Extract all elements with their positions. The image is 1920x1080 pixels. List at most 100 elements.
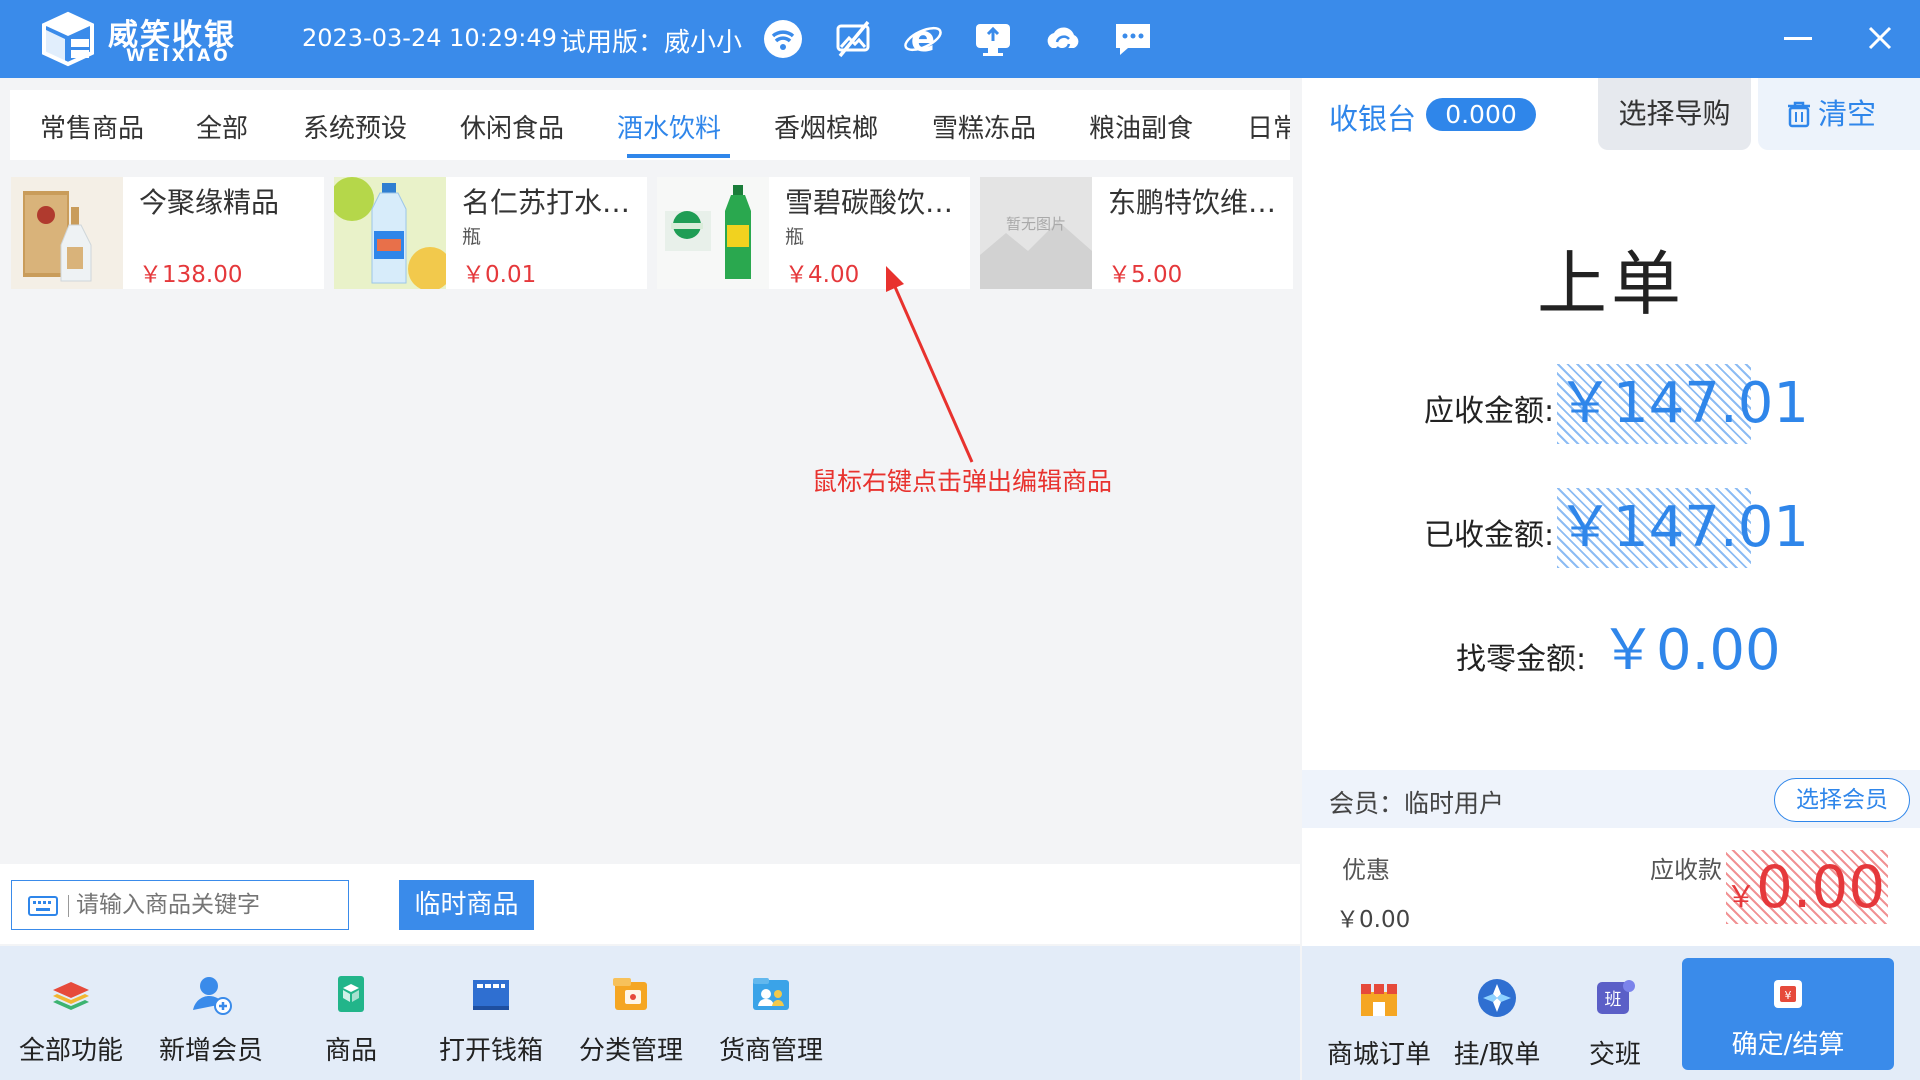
select-member-button[interactable]: 选择会员	[1774, 778, 1910, 822]
tool-label: 全部功能	[18, 1036, 123, 1066]
tab-snacks[interactable]: 休闲食品	[460, 108, 564, 145]
order-title: 上单	[1537, 243, 1685, 325]
svg-text:e: e	[911, 19, 935, 60]
receivable-amount: 0.00	[1756, 853, 1886, 921]
ie-browser-icon[interactable]: e	[902, 18, 944, 60]
open-cash-drawer-button[interactable]: 打开钱箱	[426, 972, 556, 1067]
amount-due-value: ￥147.01	[1557, 364, 1809, 444]
product-name: 东鹏特饮维…	[1108, 186, 1277, 219]
image-off-icon[interactable]	[832, 18, 874, 60]
tab-system-preset[interactable]: 系统预设	[303, 108, 407, 145]
clear-button[interactable]: 清空	[1758, 78, 1920, 150]
all-functions-button[interactable]: 全部功能	[6, 972, 136, 1067]
product-image	[11, 177, 123, 289]
mall-order-icon	[1361, 984, 1397, 1016]
tab-all[interactable]: 全部	[196, 108, 248, 145]
chat-icon[interactable]	[1112, 18, 1154, 60]
minimize-button[interactable]	[1784, 37, 1812, 40]
mall-order-button[interactable]: 商城订单	[1324, 976, 1434, 1071]
cashier-header: 收银台 0.000 选择导购 清空	[1302, 78, 1920, 152]
product-card[interactable]: 今聚缘精品 ￥138.00	[11, 177, 324, 289]
product-price: ￥5.00	[1108, 262, 1183, 288]
amount-due-label: 应收金额:	[1424, 394, 1555, 429]
cloud-sync-icon[interactable]	[1042, 18, 1084, 60]
hang-order-button[interactable]: 挂/取单	[1442, 976, 1552, 1071]
supplier-management-button[interactable]: 货商管理	[706, 972, 836, 1067]
add-member-button[interactable]: 新增会员	[146, 972, 276, 1067]
tool-label: 货商管理	[718, 1036, 823, 1066]
tool-label: 打开钱箱	[438, 1036, 543, 1066]
brand-name-en: WEIXIAO	[126, 46, 231, 66]
product-price: ￥4.00	[785, 262, 860, 288]
product-name: 今聚缘精品	[139, 186, 280, 219]
product-card[interactable]: 暂无图片 东鹏特饮维… ￥5.00	[980, 177, 1293, 289]
product-image	[657, 177, 769, 289]
product-name: 名仁苏打水…	[462, 186, 631, 219]
amount-paid-value: ￥147.01	[1557, 488, 1809, 568]
product-image	[334, 177, 446, 289]
amount-paid-label: 已收金额:	[1424, 518, 1555, 553]
checkout-icon: ¥	[1774, 980, 1802, 1008]
monitor-upload-icon[interactable]	[972, 18, 1014, 60]
discount-label: 优惠	[1342, 856, 1390, 884]
temporary-goods-button[interactable]: 临时商品	[399, 880, 534, 930]
select-guide-button[interactable]: 选择导购	[1598, 78, 1751, 150]
member-bar: 会员：临时用户 选择会员	[1302, 770, 1920, 828]
product-card[interactable]: 雪碧碳酸饮… 瓶 ￥4.00	[657, 177, 970, 289]
keyboard-icon[interactable]	[28, 896, 58, 916]
hang-order-icon	[1478, 979, 1516, 1017]
category-icon	[613, 978, 647, 1010]
shift-handover-icon: 班	[1597, 980, 1635, 1014]
tab-beverages[interactable]: 酒水饮料	[617, 108, 721, 145]
search-divider	[68, 895, 69, 917]
svg-text:¥: ¥	[1785, 989, 1792, 1002]
tab-tobacco[interactable]: 香烟槟榔	[774, 108, 878, 145]
trial-version-label: 试用版：威小小	[560, 28, 743, 58]
app-logo-icon	[42, 11, 94, 67]
receivable-currency: ￥	[1726, 880, 1756, 915]
add-member-icon	[193, 977, 232, 1015]
title-bar: 威笑收银 WEIXIAO 2023-03-24 10:29:49 试用版：威小小…	[0, 0, 1920, 78]
confirm-checkout-button[interactable]: ¥ 确定/结算	[1682, 958, 1894, 1070]
product-name: 雪碧碳酸饮…	[785, 186, 954, 219]
layers-icon	[53, 982, 89, 1010]
change-value: ￥0.00	[1600, 618, 1781, 683]
wifi-icon[interactable]	[762, 18, 804, 60]
active-tab-indicator	[627, 154, 730, 158]
product-image: 暂无图片	[980, 177, 1092, 289]
product-unit: 瓶	[462, 226, 482, 248]
search-input[interactable]	[76, 889, 336, 921]
clear-label: 清空	[1818, 97, 1877, 131]
cashier-panel: 收银台 0.000 选择导购 清空 上单 应收金额: ￥147.01 已收金额:…	[1302, 78, 1920, 1080]
tab-daily[interactable]: 日常	[1247, 108, 1290, 145]
shift-handover-button[interactable]: 班 交班	[1560, 976, 1670, 1071]
tool-label: 挂/取单	[1453, 1040, 1541, 1070]
confirm-label: 确定/结算	[1731, 1030, 1845, 1060]
cashier-badge: 0.000	[1426, 98, 1536, 131]
trash-icon	[1788, 101, 1810, 128]
discount-value: ￥0.00	[1336, 907, 1411, 933]
tool-label: 新增会员	[158, 1036, 263, 1066]
datetime: 2023-03-24 10:29:49	[302, 24, 557, 52]
change-label: 找零金额:	[1456, 642, 1587, 677]
placeholder-image-text: 暂无图片	[1006, 215, 1066, 233]
annotation-text: 鼠标右键点击弹出编辑商品	[812, 467, 1113, 496]
close-icon[interactable]	[1862, 20, 1898, 56]
tool-label: 商品	[324, 1036, 377, 1066]
search-row: 临时商品	[0, 864, 1300, 944]
search-box[interactable]	[11, 880, 349, 930]
bottom-toolbar: 全部功能 新增会员 商品 打开钱箱 分类管理 货商管理	[0, 946, 1300, 1080]
category-management-button[interactable]: 分类管理	[566, 972, 696, 1067]
svg-text:班: 班	[1605, 990, 1622, 1010]
product-price: ￥138.00	[139, 262, 243, 288]
tab-grain-oil[interactable]: 粮油副食	[1089, 108, 1193, 145]
supplier-icon	[753, 978, 789, 1010]
product-card[interactable]: 名仁苏打水… 瓶 ￥0.01	[334, 177, 647, 289]
tab-frozen[interactable]: 雪糕冻品	[932, 108, 1036, 145]
tab-常售商品[interactable]: 常售商品	[40, 108, 144, 145]
product-price: ￥0.01	[462, 262, 537, 288]
tool-label: 商城订单	[1326, 1040, 1431, 1070]
products-button[interactable]: 商品	[286, 972, 416, 1067]
tool-label: 分类管理	[578, 1036, 683, 1066]
receivable-label: 应收款	[1650, 856, 1722, 884]
